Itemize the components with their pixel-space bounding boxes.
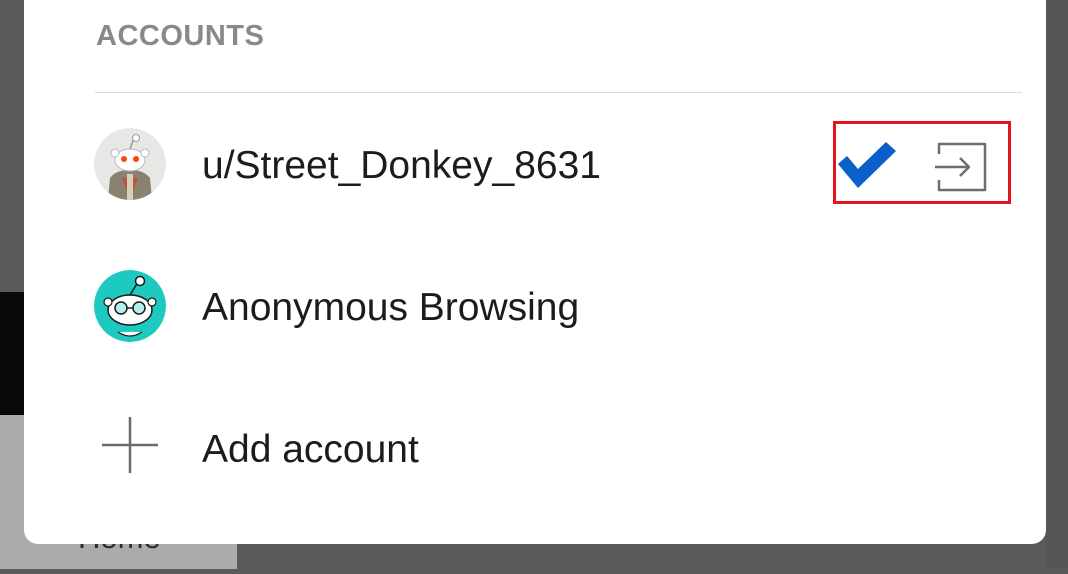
section-divider: [95, 92, 1022, 93]
anonymous-browsing-label: Anonymous Browsing: [202, 286, 580, 329]
account-username: u/Street_Donkey_8631: [202, 144, 601, 187]
anonymous-snoo-avatar: [94, 270, 166, 342]
accounts-section-title: ACCOUNTS: [96, 20, 265, 52]
account-row-anonymous[interactable]: Anonymous Browsing: [94, 270, 1034, 350]
accounts-sheet: ACCOUNTS u/Street_Donkey_8631 Anonymous …: [24, 0, 1046, 544]
highlight-annotation-box: [833, 121, 1011, 204]
user-snoo-avatar: [94, 128, 166, 200]
plus-icon: [102, 417, 158, 473]
add-account-label: Add account: [202, 428, 419, 471]
background-right-edge: [1046, 0, 1068, 569]
add-account-row[interactable]: Add account: [94, 412, 1034, 492]
